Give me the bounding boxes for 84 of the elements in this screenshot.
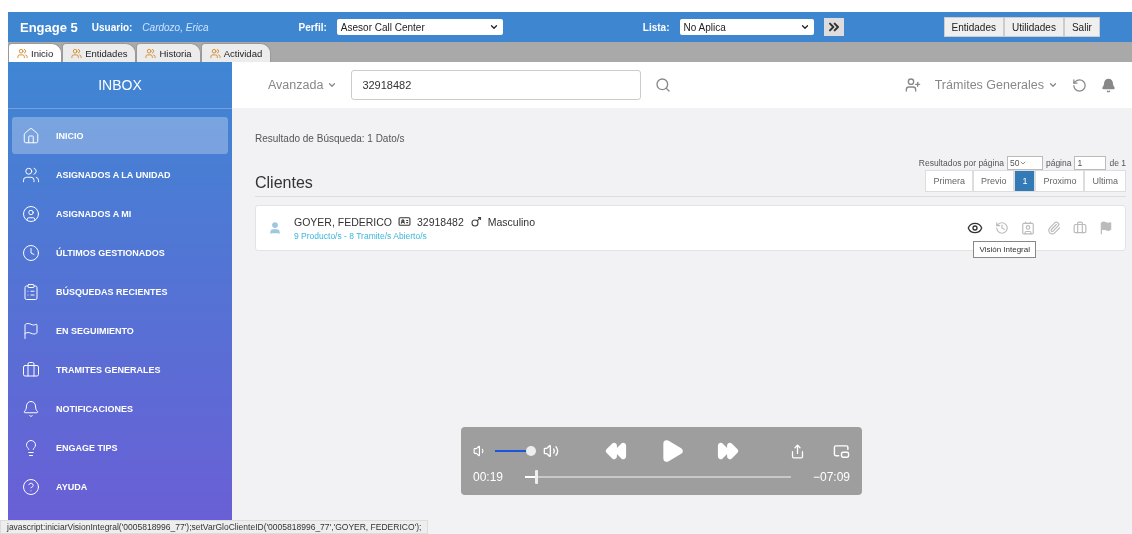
gender-icon [469,215,482,228]
client-name: GOYER, FEDERICO [294,215,392,228]
picture-in-picture-icon[interactable] [833,442,850,460]
tab[interactable]: Historia [136,43,201,62]
sidebar-item[interactable]: ASIGNADOS A LA UNIDAD [12,156,228,193]
briefcase-icon [22,360,40,379]
sidebar-item[interactable]: AYUDA [12,468,228,505]
bell-icon[interactable] [1101,77,1116,93]
user-name: Cardozo, Erica [142,21,209,33]
status-bar: javascript:iniciarVisionIntegral('0005818996_77');setVarGloClienteID('0005818996_77','GOYER, FEDERICO'); [0,520,429,534]
tab[interactable]: Actividad [200,43,272,62]
tab[interactable]: Inicio [8,43,63,62]
tab[interactable]: Entidades [62,43,137,62]
header-button[interactable]: Utilidades [1004,17,1064,37]
add-user-icon[interactable] [904,77,921,93]
user-label: Usuario: [91,21,133,33]
procedures-dropdown[interactable]: Trámites Generales [934,78,1058,92]
flag-icon[interactable] [1099,221,1113,235]
header-button[interactable]: Entidades [943,17,1004,37]
users-icon [17,47,28,59]
eye-icon[interactable] [967,220,983,236]
slider-thumb[interactable] [526,446,536,456]
page-total: de 1 [1109,158,1126,168]
refresh-icon[interactable] [1072,77,1087,93]
profile-select[interactable]: Asesor Call Center [336,19,503,35]
briefcase-icon[interactable] [1073,221,1087,235]
user-circle-icon [22,204,40,223]
users-icon [22,165,40,184]
caret-icon [799,22,810,32]
remaining-time: −07:09 [812,470,850,484]
sidebar-item[interactable]: EN SEGUIMIENTO [12,312,228,349]
profile-label: Perfil: [298,21,327,33]
pagination-button[interactable]: Previo [972,170,1015,192]
result-summary: Resultado de Búsqueda: 1 Dato/s [255,133,406,144]
list-label: Lista: [642,21,670,33]
per-page-select[interactable]: 50 [1006,156,1043,170]
page-field[interactable]: 1 [1074,156,1107,170]
per-page-label: Resultados por página [918,158,1004,168]
app-logo: Engage 5 [20,19,78,35]
id-card-icon [398,215,411,228]
person-icon [268,221,282,235]
search-icon[interactable] [655,77,672,93]
flag-icon [22,321,40,340]
client-gender: Masculino [487,215,535,228]
client-document: 32918482 [417,215,464,228]
sidebar-item[interactable]: ENGAGE TIPS [12,429,228,466]
rewind-icon[interactable] [605,440,627,462]
caret-icon [1019,159,1028,167]
sidebar-item[interactable]: ÚLTIMOS GESTIONADOS [12,234,228,271]
caret-icon [488,22,499,32]
fast-forward-icon[interactable] [717,440,739,462]
search-field[interactable]: 32918482 [351,70,642,100]
sidebar-item[interactable]: TRAMITES GENERALES [12,351,228,388]
page-label: página [1045,158,1072,168]
pagination-button[interactable]: Primera [925,170,973,192]
caret-icon [1048,80,1058,90]
help-icon [22,477,40,496]
list-select[interactable]: No Aplica [679,19,814,35]
pagination-button[interactable]: Proximo [1035,170,1085,192]
slider-thumb[interactable] [534,470,538,484]
sidebar-item[interactable]: ASIGNADOS A MI [12,195,228,232]
caret-icon [327,80,338,90]
home-icon [22,126,40,145]
users-icon [209,47,221,59]
pagination-button[interactable]: 1 [1014,170,1036,192]
clipboard-icon [22,282,40,301]
sidebar-item[interactable]: NOTIFICACIONES [12,390,228,427]
pagination-button[interactable]: Ultima [1084,170,1126,192]
search-mode-dropdown[interactable]: Avanzada [268,78,338,92]
volume-high-icon[interactable] [543,443,559,459]
users-icon [71,47,83,59]
share-icon[interactable] [790,443,805,459]
elapsed-time: 00:19 [473,470,504,484]
contact-icon[interactable] [1021,221,1035,235]
users-icon [145,47,157,59]
clock-icon [22,243,40,262]
sidebar-item[interactable]: BÚSQUEDAS RECIENTES [12,273,228,310]
go-button[interactable] [823,18,844,36]
bell-icon [22,399,40,418]
tooltip: Visión Integral [973,241,1036,258]
history-icon[interactable] [995,221,1009,235]
header-button[interactable]: Salir [1063,17,1100,37]
section-title: Clientes [255,174,313,192]
paperclip-icon[interactable] [1047,221,1061,235]
